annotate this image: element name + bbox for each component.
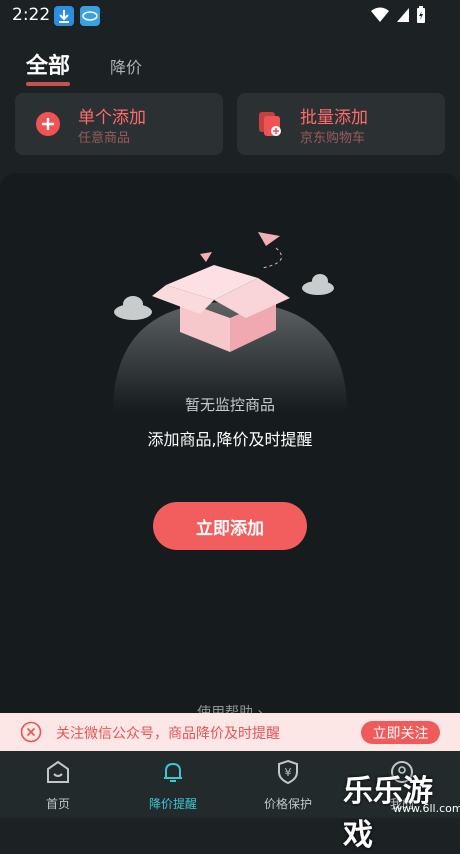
- bell-icon: [164, 762, 182, 782]
- nav-price-protect[interactable]: ¥ 价格保护: [243, 759, 333, 812]
- home-icon: [47, 760, 69, 783]
- watermark-url: www.6ll.com: [393, 802, 460, 815]
- empty-title: 暂无监控商品: [184, 396, 275, 414]
- nav-home[interactable]: 首页: [13, 759, 103, 812]
- banner-text: 关注微信公众号，商品降价及时提醒: [56, 726, 280, 742]
- nav-price-protect-label: 价格保护: [263, 797, 312, 811]
- wechat-follow-banner: 关注微信公众号，商品降价及时提醒 立即关注: [0, 713, 460, 751]
- add-now-button[interactable]: 立即添加: [153, 502, 307, 550]
- nav-price-alert-label: 降价提醒: [148, 797, 197, 811]
- svg-text:¥: ¥: [285, 766, 292, 779]
- follow-button[interactable]: 立即关注: [361, 721, 440, 744]
- nav-price-alert[interactable]: 降价提醒: [128, 759, 218, 812]
- close-circle-icon[interactable]: [20, 721, 42, 743]
- nav-home-label: 首页: [45, 797, 70, 811]
- shield-yen-icon: ¥: [278, 759, 298, 785]
- empty-subtitle: 添加商品,降价及时提醒: [147, 430, 313, 449]
